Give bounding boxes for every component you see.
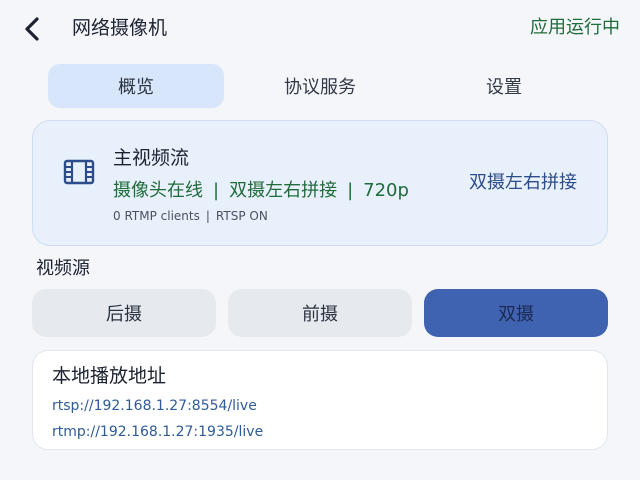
source-front-button[interactable]: 前摄 bbox=[228, 289, 412, 337]
top-bar: 网络摄像机 应用运行中 bbox=[0, 0, 640, 58]
tab-bar: 概览 协议服务 设置 bbox=[48, 64, 592, 108]
rtsp-state-text: RTSP ON bbox=[215, 209, 268, 223]
stream-status: 摄像头在线 | 双摄左右拼接 | 720p bbox=[113, 178, 409, 204]
rtmp-url-link[interactable]: rtmp://192.168.1.27:1935/live bbox=[52, 423, 263, 441]
stream-clients-info: 0 RTMP clients | RTSP ON bbox=[113, 208, 268, 224]
resolution-text: 720p bbox=[363, 180, 409, 201]
local-address-title: 本地播放地址 bbox=[52, 365, 167, 387]
local-address-card: 本地播放地址 rtsp://192.168.1.27:8554/live rtm… bbox=[32, 350, 608, 450]
tab-overview[interactable]: 概览 bbox=[48, 64, 224, 108]
stream-title: 主视频流 bbox=[113, 147, 190, 169]
separator: | bbox=[213, 180, 220, 201]
tab-protocol-services[interactable]: 协议服务 bbox=[232, 64, 408, 108]
rtmp-clients-text: 0 RTMP clients bbox=[113, 209, 200, 223]
page-title: 网络摄像机 bbox=[72, 17, 168, 39]
film-icon bbox=[63, 158, 95, 186]
camera-online-text: 摄像头在线 bbox=[113, 180, 203, 201]
separator: | bbox=[205, 209, 210, 223]
video-source-label: 视频源 bbox=[36, 258, 90, 279]
tab-settings[interactable]: 设置 bbox=[416, 64, 592, 108]
stream-mode-label: 双摄左右拼接 bbox=[469, 172, 577, 193]
stream-mode-text: 双摄左右拼接 bbox=[229, 180, 338, 201]
rtsp-url-link[interactable]: rtsp://192.168.1.27:8554/live bbox=[52, 397, 257, 415]
source-dual-button[interactable]: 双摄 bbox=[424, 289, 608, 337]
app-status-text: 应用运行中 bbox=[530, 17, 620, 38]
back-button[interactable] bbox=[18, 14, 48, 44]
main-stream-card: 主视频流 摄像头在线 | 双摄左右拼接 | 720p 0 RTMP clients | RT… bbox=[32, 120, 608, 246]
chevron-left-icon bbox=[18, 14, 48, 44]
source-rear-button[interactable]: 后摄 bbox=[32, 289, 216, 337]
separator: | bbox=[347, 180, 354, 201]
